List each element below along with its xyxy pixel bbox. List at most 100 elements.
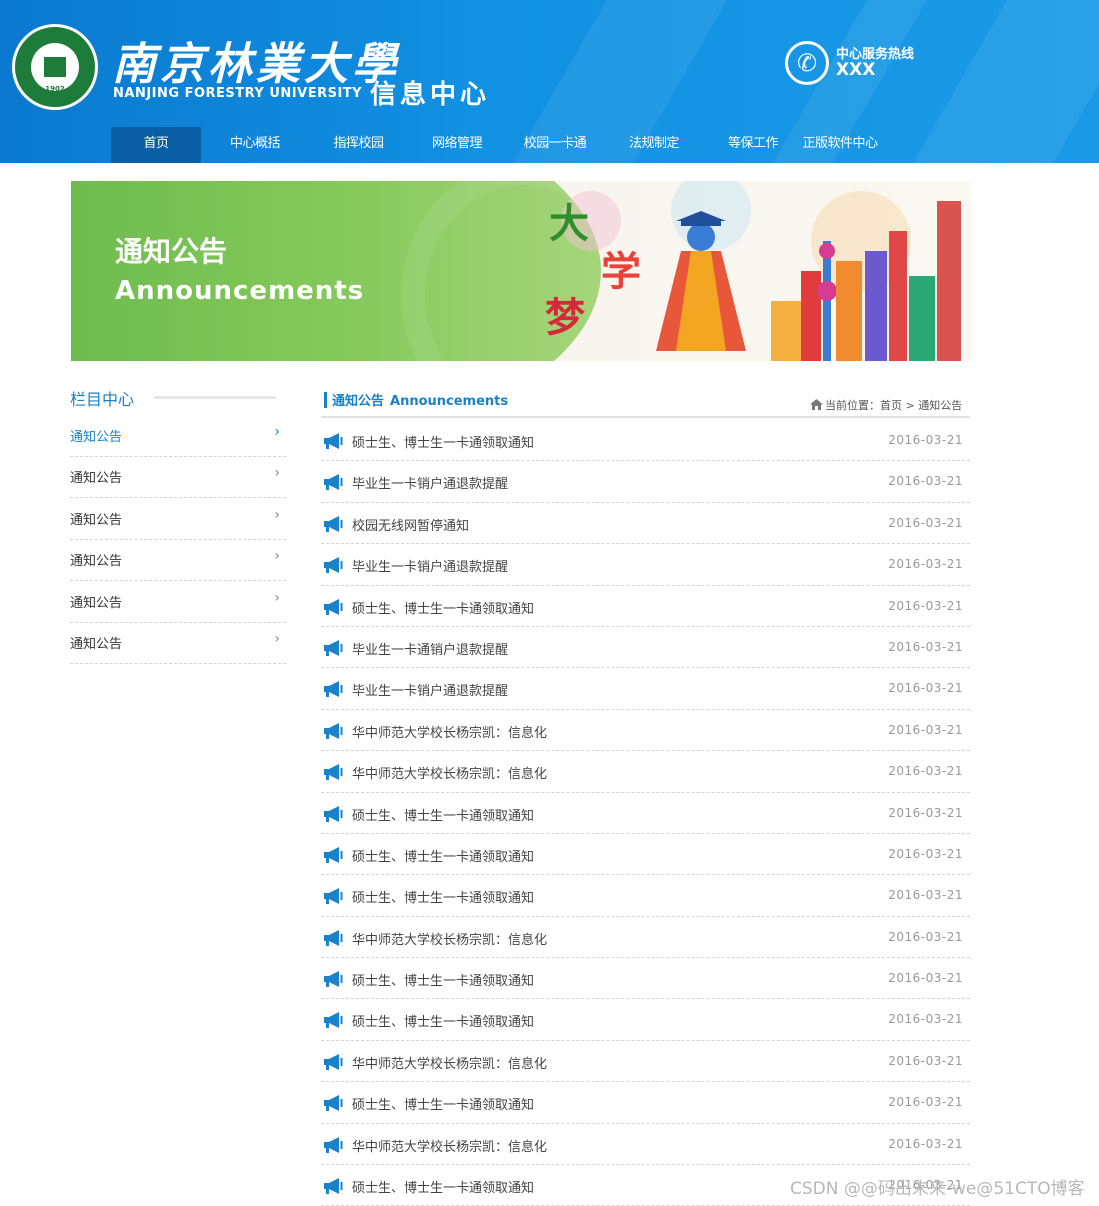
chevron-right-icon: › (274, 424, 280, 440)
announcement-title[interactable]: 毕业生一卡通销户退款提醒 (352, 639, 508, 658)
announcement-title[interactable]: 校园无线网暂停通知 (352, 515, 469, 534)
university-seal-logo[interactable]: 1902 (12, 24, 98, 110)
sidebar-item-label: 通知公告 (70, 554, 123, 569)
nav-item-campus-card[interactable]: 校园一卡通 (506, 127, 604, 163)
announcement-row[interactable]: 硕士生、博士生一卡通领取通知 2016-03-21 (321, 420, 970, 462)
announcement-date: 2016-03-21 (888, 598, 963, 613)
announcement-title[interactable]: 硕士生、博士生一卡通领取通知 (352, 1177, 534, 1196)
banner-art-char: 学 (601, 248, 641, 295)
sidebar-item-label: 通知公告 (70, 471, 123, 486)
breadcrumb-text: 当前位置：首页 > 通知公告 (825, 399, 963, 412)
announcement-date: 2016-03-21 (888, 1095, 963, 1110)
megaphone-icon (323, 1012, 343, 1029)
sidebar-item-announcements[interactable]: 通知公告 › (70, 456, 286, 498)
sidebar-item-announcements[interactable]: 通知公告 › (70, 415, 286, 457)
announcement-row[interactable]: 硕士生、博士生一卡通领取通知 2016-03-21 (321, 793, 970, 834)
announcement-date: 2016-03-21 (888, 764, 963, 779)
university-name-cn[interactable]: 南京林業大學 (112, 28, 400, 92)
section-title-marker (324, 392, 327, 408)
announcement-row[interactable]: 华中师范大学校长杨宗凯：信息化 2016-03-21 (321, 1124, 970, 1166)
announcement-date: 2016-03-21 (888, 888, 963, 903)
sidebar-item-label: 通知公告 (70, 513, 123, 528)
announcement-date: 2016-03-21 (888, 639, 963, 654)
banner-art-char: 梦 (545, 294, 585, 341)
seal-building-icon (44, 57, 66, 77)
home-icon (810, 399, 823, 410)
announcement-row[interactable]: 校园无线网暂停通知 2016-03-21 (321, 503, 970, 545)
nav-item-regulations[interactable]: 法规制定 (604, 127, 704, 163)
announcement-title[interactable]: 华中师范大学校长杨宗凯：信息化 (352, 1053, 547, 1072)
sidebar-item-announcements[interactable]: 通知公告 › (70, 581, 286, 623)
announcement-row[interactable]: 毕业生一卡通销户退款提醒 2016-03-21 (321, 627, 970, 669)
announcement-row[interactable]: 硕士生、博士生一卡通领取通知 2016-03-21 (321, 1082, 970, 1124)
announcement-row[interactable]: 硕士生、博士生一卡通领取通知 2016-03-21 (321, 586, 970, 627)
section-title-cn: 通知公告 (332, 394, 385, 409)
announcement-date: 2016-03-21 (888, 1012, 963, 1027)
announcement-date: 2016-03-21 (888, 1053, 963, 1068)
announcement-title[interactable]: 硕士生、博士生一卡通领取通知 (352, 1094, 534, 1113)
megaphone-icon (323, 515, 343, 532)
phone-icon: ✆ (785, 41, 829, 85)
megaphone-icon (323, 888, 343, 905)
sidebar-item-announcements[interactable]: 通知公告 › (70, 539, 286, 581)
nav-item-security-protection[interactable]: 等保工作 (704, 127, 802, 163)
sidebar-title: 栏目中心 (70, 390, 135, 409)
megaphone-icon (323, 805, 343, 822)
megaphone-icon (323, 1053, 343, 1070)
megaphone-icon (323, 598, 343, 615)
sidebar-item-label: 通知公告 (70, 430, 123, 445)
nav-item-command-campus[interactable]: 指挥校园 (309, 127, 408, 163)
megaphone-icon (323, 764, 343, 781)
announcement-title[interactable]: 硕士生、博士生一卡通领取通知 (352, 1011, 534, 1030)
section-title-en: Announcements (390, 394, 509, 409)
nav-item-center-overview[interactable]: 中心概括 (201, 127, 309, 163)
announcement-row[interactable]: 硕士生、博士生一卡通领取通知 2016-03-21 (321, 834, 970, 876)
announcement-title[interactable]: 硕士生、博士生一卡通领取通知 (352, 598, 534, 617)
announcement-row[interactable]: 毕业生一卡销户通退款提醒 2016-03-21 (321, 544, 970, 586)
chevron-right-icon: › (274, 507, 280, 523)
announcement-title[interactable]: 毕业生一卡销户通退款提醒 (352, 556, 508, 575)
announcement-title[interactable]: 硕士生、博士生一卡通领取通知 (352, 970, 534, 989)
announcement-row[interactable]: 毕业生一卡销户通退款提醒 2016-03-21 (321, 461, 970, 503)
announcement-row[interactable]: 华中师范大学校长杨宗凯：信息化 2016-03-21 (321, 917, 970, 959)
announcement-list: 硕士生、博士生一卡通领取通知 2016-03-21 毕业生一卡销户通退款提醒 2016… (321, 420, 970, 1206)
announcement-row[interactable]: 硕士生、博士生一卡通领取通知 2016-03-21 (321, 875, 970, 917)
announcement-row[interactable]: 硕士生、博士生一卡通领取通知 2016-03-21 (321, 958, 970, 1000)
announcement-title[interactable]: 华中师范大学校长杨宗凯：信息化 (352, 1136, 547, 1155)
hotline-number: XXX (836, 60, 876, 80)
nav-item-licensed-software[interactable]: 正版软件中心 (802, 127, 878, 163)
megaphone-icon (323, 639, 343, 656)
announcement-title[interactable]: 华中师范大学校长杨宗凯：信息化 (352, 763, 547, 782)
site-header: 1902 南京林業大學 NANJING FORESTRY UNIVERSITY … (0, 0, 1099, 163)
announcement-date: 2016-03-21 (888, 846, 963, 861)
announcement-title[interactable]: 华中师范大学校长杨宗凯：信息化 (352, 722, 547, 741)
nav-item-network-management[interactable]: 网络管理 (408, 127, 506, 163)
watermark: CSDN @@码出未来-we@51CTO博客 (790, 1179, 1085, 1199)
announcement-title[interactable]: 硕士生、博士生一卡通领取通知 (352, 887, 534, 906)
announcement-row[interactable]: 华中师范大学校长杨宗凯：信息化 2016-03-21 (321, 1041, 970, 1083)
nav-item-home[interactable]: 首页 (111, 127, 201, 163)
announcement-row[interactable]: 毕业生一卡销户通退款提醒 2016-03-21 (321, 668, 970, 710)
sidebar-item-announcements[interactable]: 通知公告 › (70, 498, 286, 540)
seal-year: 1902 (45, 85, 65, 93)
announcement-title[interactable]: 华中师范大学校长杨宗凯：信息化 (352, 929, 547, 948)
campus-dream-illustration (561, 181, 961, 361)
announcement-title[interactable]: 硕士生、博士生一卡通领取通知 (352, 846, 534, 865)
sidebar-item-announcements[interactable]: 通知公告 › (70, 622, 286, 664)
breadcrumb[interactable]: 当前位置：首页 > 通知公告 (810, 397, 962, 413)
announcement-title[interactable]: 硕士生、博士生一卡通领取通知 (352, 432, 534, 451)
university-name-en: NANJING FORESTRY UNIVERSITY (113, 86, 363, 101)
section-title: 通知公告 Announcements (332, 390, 508, 409)
header-decoration (912, 0, 1099, 163)
announcement-title[interactable]: 硕士生、博士生一卡通领取通知 (352, 805, 534, 824)
announcement-row[interactable]: 华中师范大学校长杨宗凯：信息化 2016-03-21 (321, 751, 970, 793)
announcement-date: 2016-03-21 (888, 929, 963, 944)
announcement-title[interactable]: 毕业生一卡销户通退款提醒 (352, 680, 508, 699)
announcement-row[interactable]: 华中师范大学校长杨宗凯：信息化 2016-03-21 (321, 710, 970, 752)
announcement-row[interactable]: 硕士生、博士生一卡通领取通知 2016-03-21 (321, 999, 970, 1041)
sidebar-item-label: 通知公告 (70, 637, 123, 652)
chevron-right-icon: › (274, 631, 280, 647)
announcement-title[interactable]: 毕业生一卡销户通退款提醒 (352, 473, 508, 492)
announcement-date: 2016-03-21 (888, 557, 963, 572)
section-divider (321, 416, 970, 418)
